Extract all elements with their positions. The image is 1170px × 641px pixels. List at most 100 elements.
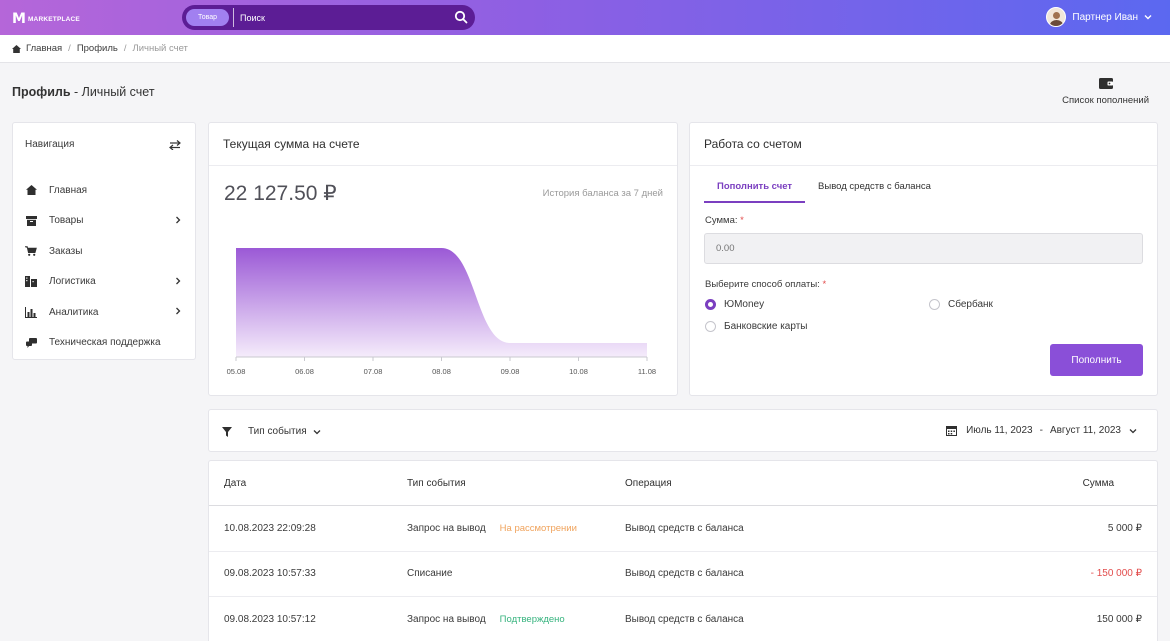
- calendar-icon: [946, 426, 958, 436]
- user-name: Партнер Иван: [1072, 11, 1138, 23]
- home-icon: [25, 184, 37, 196]
- event-type-label: Тип события: [248, 426, 307, 437]
- account-card-title: Работа со счетом: [690, 123, 1157, 166]
- avatar: [1046, 7, 1067, 27]
- table-row[interactable]: 09.08.2023 10:57:33 Списание Вывод средс…: [209, 552, 1157, 597]
- radio-label: Сбербанк: [948, 299, 993, 310]
- support-icon: [25, 337, 37, 349]
- required-mark: *: [822, 279, 827, 290]
- chart-x-tick-label: 11.08: [638, 367, 656, 376]
- row-amount: 5 000 ₽: [1107, 522, 1142, 534]
- row-operation: Вывод средств с баланса: [625, 522, 744, 534]
- sidebar-item-home[interactable]: Главная: [13, 175, 195, 206]
- radio-sberbank[interactable]: Сбербанк: [929, 299, 993, 310]
- date-range-picker[interactable]: Июль 11, 2023 - Август 11, 2023: [946, 425, 1137, 436]
- breadcrumb: Главная / Профиль / Личный счет: [0, 35, 1170, 63]
- table-header: Дата Тип события Операция Сумма: [209, 461, 1157, 506]
- logo[interactable]: M MARKETPLACE: [12, 11, 80, 27]
- chevron-right-icon: [176, 277, 181, 284]
- column-header-operation[interactable]: Операция: [625, 461, 672, 505]
- search-category-chip[interactable]: Товар: [186, 9, 229, 26]
- tab-topup[interactable]: Пополнить счет: [704, 175, 806, 203]
- breadcrumb-home[interactable]: Главная: [26, 43, 62, 54]
- row-event-type: Запрос на вывод: [407, 522, 486, 534]
- search-icon[interactable]: [454, 10, 468, 24]
- balance-chart: 05.08 06.08 07.08 08.08 09.08 10.08 11.08: [227, 247, 656, 376]
- top-bar: M MARKETPLACE Товар Партнер Иван: [0, 0, 1170, 35]
- chevron-down-icon: [1144, 15, 1152, 20]
- sidebar-item-analytics[interactable]: Аналитика: [13, 297, 195, 328]
- row-operation: Вывод средств с баланса: [625, 613, 744, 625]
- radio-yoomoney[interactable]: ЮMoney: [705, 299, 764, 310]
- tab-withdraw[interactable]: Вывод средств с баланса: [805, 175, 944, 203]
- table-row[interactable]: 09.08.2023 10:57:12 Запрос на вывод Подтв…: [209, 597, 1157, 641]
- table-row[interactable]: 10.08.2023 22:09:28 Запрос на вывод На ра…: [209, 506, 1157, 552]
- row-date: 09.08.2023 10:57:33: [224, 568, 316, 580]
- search-input[interactable]: [240, 8, 440, 27]
- chart-x-tick-label: 06.08: [295, 367, 314, 376]
- date-to: Август 11, 2023: [1049, 425, 1121, 436]
- navigation-list: Главная Товары Заказы Логистика Аналитик…: [13, 166, 195, 358]
- column-header-date[interactable]: Дата: [224, 461, 246, 505]
- amount-label: Сумма: *: [705, 215, 744, 226]
- payment-method-label-text: Выберите способ оплаты:: [705, 279, 820, 290]
- search-bar: Товар: [182, 5, 475, 30]
- chart-x-tick-label: 10.08: [569, 367, 588, 376]
- logo-mark: M: [12, 11, 26, 27]
- breadcrumb-current: Личный счет: [132, 43, 188, 54]
- page-title-rest: - Личный счет: [70, 85, 155, 99]
- home-icon: [12, 44, 21, 53]
- radio-button: [705, 321, 716, 332]
- page-title: Профиль - Личный счет: [12, 85, 155, 99]
- payment-method-label: Выберите способ оплаты: *: [705, 279, 826, 290]
- date-separator: -: [1039, 425, 1043, 436]
- breadcrumb-separator: /: [68, 43, 71, 54]
- date-from: Июль 11, 2023: [966, 425, 1033, 436]
- row-amount: 150 000 ₽: [1096, 613, 1142, 625]
- swap-icon[interactable]: [169, 139, 181, 150]
- sidebar-item-label: Аналитика: [49, 306, 99, 318]
- sidebar-item-logistics[interactable]: Логистика: [13, 267, 195, 298]
- sidebar-item-support[interactable]: Техническая поддержка: [13, 328, 195, 359]
- chevron-down-icon: [313, 429, 321, 434]
- row-event: Запрос на вывод На рассмотрении: [407, 506, 577, 551]
- topup-list-button[interactable]: Список пополнений: [1062, 77, 1149, 106]
- filter-bar: Тип события Июль 11, 2023 - Август 11, 2…: [208, 409, 1158, 452]
- chart-x-tick-label: 07.08: [364, 367, 383, 376]
- chart-x-tick-label: 08.08: [432, 367, 451, 376]
- sidebar-item-products[interactable]: Товары: [13, 206, 195, 237]
- chart-x-tick-label: 09.08: [501, 367, 520, 376]
- radio-button: [929, 299, 940, 310]
- row-event: Списание: [407, 552, 452, 597]
- user-menu[interactable]: Партнер Иван: [1046, 7, 1152, 27]
- logo-text: MARKETPLACE: [27, 15, 80, 23]
- event-type-filter[interactable]: Тип события: [222, 426, 321, 437]
- row-event: Запрос на вывод Подтверждено: [407, 597, 565, 641]
- bar-chart-icon: [25, 306, 37, 318]
- breadcrumb-profile[interactable]: Профиль: [77, 43, 118, 54]
- sidebar-item-label: Заказы: [49, 245, 83, 257]
- column-header-event-type[interactable]: Тип события: [407, 461, 466, 505]
- required-mark: *: [740, 215, 744, 226]
- row-operation: Вывод средств с баланса: [625, 568, 744, 580]
- balance-card: Текущая сумма на счете 22 127.50 ₽ Истор…: [208, 122, 678, 396]
- sidebar-item-label: Логистика: [49, 276, 96, 288]
- radio-bank-cards[interactable]: Банковские карты: [705, 321, 807, 332]
- account-tabs: Пополнить счет Вывод средств с баланса: [704, 175, 944, 203]
- navigation-header: Навигация: [13, 123, 195, 166]
- sidebar-item-orders[interactable]: Заказы: [13, 236, 195, 267]
- column-header-amount[interactable]: Сумма: [1083, 461, 1114, 505]
- sidebar-item-label: Техническая поддержка: [49, 337, 161, 349]
- sidebar-item-label: Главная: [49, 184, 88, 196]
- topup-list-label: Список пополнений: [1062, 95, 1149, 106]
- topup-button[interactable]: Пополнить: [1050, 344, 1143, 376]
- status-badge-pending: На рассмотрении: [499, 522, 577, 534]
- filter-icon: [222, 426, 232, 437]
- chevron-down-icon: [1129, 428, 1137, 433]
- row-event-type: Списание: [407, 568, 453, 580]
- wallet-icon: [1098, 78, 1113, 89]
- amount-field[interactable]: [704, 233, 1143, 264]
- cart-icon: [25, 245, 37, 257]
- radio-button-checked: [705, 299, 716, 310]
- row-amount-negative: - 150 000 ₽: [1090, 568, 1142, 580]
